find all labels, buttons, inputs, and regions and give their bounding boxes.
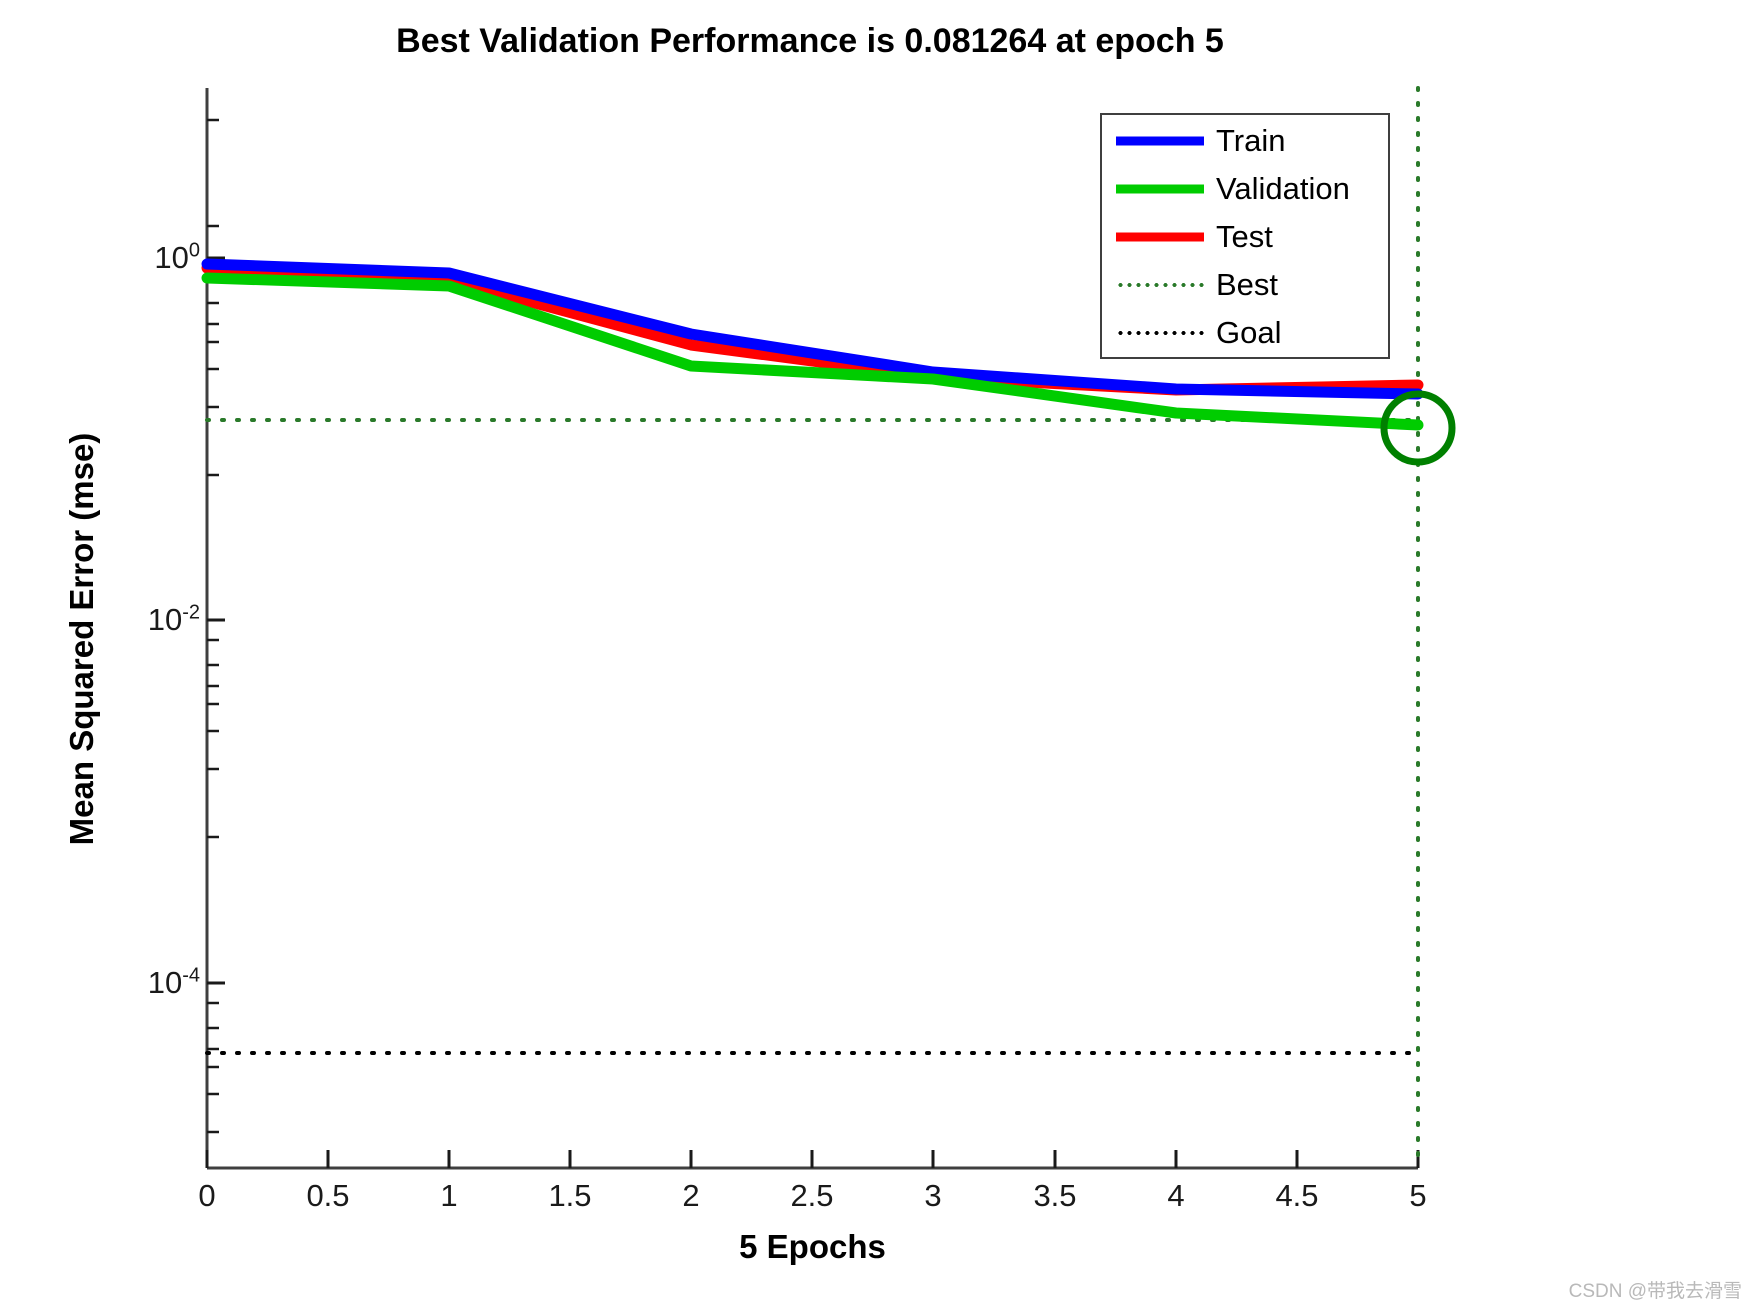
x-axis-title: 5 Epochs [739, 1228, 886, 1265]
x-tick-label: 0.5 [306, 1178, 350, 1213]
legend-label-best: Best [1216, 267, 1279, 302]
x-tick-label: 2 [682, 1178, 700, 1213]
legend-item-validation[interactable]: Validation [1102, 165, 1392, 213]
x-tick-label: 3 [924, 1178, 942, 1213]
y-tick-label-1: 100 [154, 239, 200, 275]
legend-label-train: Train [1216, 123, 1286, 158]
legend-swatch-train [1116, 130, 1204, 152]
x-tick-label: 5 [1409, 1178, 1427, 1213]
legend-swatch-validation [1116, 178, 1204, 200]
legend-swatch-goal [1116, 322, 1204, 344]
performance-plot-figure: Best Validation Performance is 0.081264 … [0, 0, 1750, 1313]
y-tick-label-2: 10-2 [147, 601, 200, 637]
x-tick-label: 3.5 [1033, 1178, 1077, 1213]
page-title: Best Validation Performance is 0.081264 … [396, 22, 1224, 60]
x-ticks [205, 1150, 1420, 1168]
legend-label-validation: Validation [1216, 171, 1350, 206]
x-tick-label: 4.5 [1275, 1178, 1319, 1213]
legend-item-train[interactable]: Train [1102, 117, 1392, 165]
x-tick-label: 2.5 [790, 1178, 834, 1213]
legend-swatch-best [1116, 274, 1204, 296]
x-tick-label: 1.5 [548, 1178, 592, 1213]
legend-swatch-test [1116, 226, 1204, 248]
watermark: CSDN @带我去滑雪 [1568, 1281, 1742, 1302]
legend-item-test[interactable]: Test [1102, 213, 1392, 261]
x-tick-label: 4 [1167, 1178, 1185, 1213]
legend-label-test: Test [1216, 219, 1273, 254]
plot-canvas [201, 86, 1456, 1170]
x-tick-label: 1 [440, 1178, 458, 1213]
y-tick-label-3: 10-4 [147, 964, 200, 1000]
legend-item-best[interactable]: Best [1102, 261, 1392, 309]
x-tick-label: 0 [198, 1178, 216, 1213]
legend-label-goal: Goal [1216, 315, 1282, 350]
y-axis-title: Mean Squared Error (mse) [63, 432, 100, 846]
y-major-ticks [207, 256, 225, 985]
legend-item-goal[interactable]: Goal [1102, 309, 1392, 357]
legend: Train Validation Test Best Goal [1100, 113, 1390, 359]
